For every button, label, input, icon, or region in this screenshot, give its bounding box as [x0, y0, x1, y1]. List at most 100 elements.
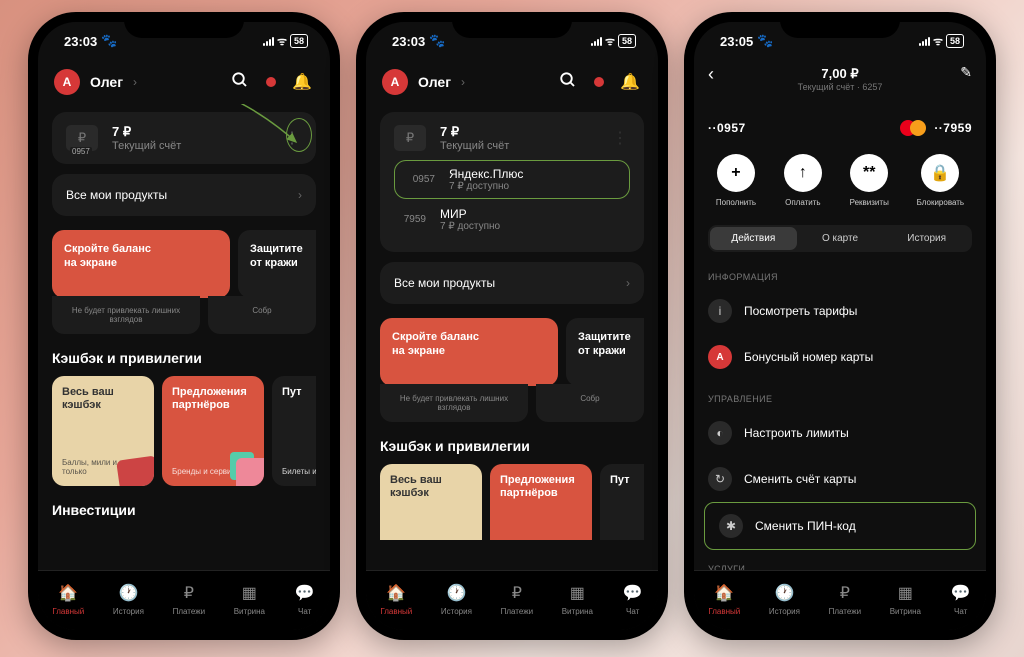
expand-dots-icon[interactable]: ⋮ — [282, 128, 302, 148]
clock-icon: 🕐 — [445, 582, 467, 604]
edit-button[interactable]: ✎ — [960, 64, 972, 81]
wifi-icon: ᯤ — [933, 34, 943, 49]
card-last4-right[interactable]: ··7959 — [934, 121, 972, 135]
app-header: А Олег › 🔔 — [38, 60, 330, 104]
card-actions-row: + Пополнить ↑ Оплатить ** Реквизиты 🔒 Бл… — [694, 140, 986, 219]
tab-chat[interactable]: 💬 Чат — [294, 582, 316, 616]
grid-icon: ▦ — [894, 582, 916, 604]
tab-chat[interactable]: 💬Чат — [950, 582, 972, 616]
search-icon[interactable] — [556, 71, 580, 94]
card-name: Яндекс.Плюс — [449, 167, 621, 181]
status-paw-icon: 🐾 — [429, 33, 445, 49]
action-details[interactable]: ** Реквизиты — [850, 154, 889, 207]
back-button[interactable]: ‹ — [708, 64, 714, 85]
detail-subtitle: Текущий счёт · 6257 — [710, 82, 970, 92]
promo-protect[interactable]: Защититеот кражи — [238, 230, 316, 298]
cashback-tiles: Весь вашкэшбэк Баллы, мили и не только П… — [52, 376, 316, 486]
tab-bar: 🏠Главный 🕐История ₽Платежи ▦Витрина 💬Чат — [694, 570, 986, 630]
screen-2: 23:03 🐾 ᯤ 58 А Олег › 🔔 — [366, 22, 658, 630]
chevron-right-icon: › — [133, 75, 137, 89]
ruble-icon: ₽ — [394, 125, 426, 151]
search-icon[interactable] — [228, 71, 252, 94]
account-card[interactable]: ₽ 0957 7 ₽ Текущий счёт ⋮ — [52, 112, 316, 164]
tab-history[interactable]: 🕐История — [769, 582, 800, 616]
mastercard-icon — [900, 120, 926, 136]
card-last4-left[interactable]: ··0957 — [708, 121, 746, 135]
avatar[interactable]: А — [382, 69, 408, 95]
status-paw-icon: 🐾 — [101, 33, 117, 49]
tile-partners[interactable]: Предложенияпартнёров Бренды и сервисы — [162, 376, 264, 486]
all-products-label: Все мои продукты — [66, 188, 167, 202]
tab-main[interactable]: 🏠 Главный — [52, 582, 84, 616]
promo-row: Скройте балансна экране Защититеот кражи — [380, 318, 644, 386]
segment-about[interactable]: О карте — [797, 227, 884, 250]
info-icon: i — [708, 299, 732, 323]
tab-showcase[interactable]: ▦ Витрина — [234, 582, 265, 616]
gauge-icon: ◐ — [708, 421, 732, 445]
user-name[interactable]: Олег — [90, 74, 123, 90]
card-row-yandex[interactable]: 0957 Яндекс.Плюс 7 ₽ доступно — [394, 160, 630, 199]
avatar[interactable]: А — [54, 69, 80, 95]
cashback-tiles: Весь вашкэшбэк Баллы, мили и не только П… — [380, 464, 644, 540]
app-header: А Олег › 🔔 — [366, 60, 658, 104]
bell-icon[interactable]: 🔔 — [290, 72, 314, 92]
action-pay[interactable]: ↑ Оплатить — [784, 154, 822, 207]
item-change-pin[interactable]: ✱ Сменить ПИН-код — [704, 502, 976, 550]
user-name[interactable]: Олег — [418, 74, 451, 90]
chevron-right-icon: › — [626, 276, 630, 290]
tab-chat[interactable]: 💬Чат — [622, 582, 644, 616]
notification-dot-icon[interactable] — [266, 77, 276, 87]
chevron-right-icon: › — [298, 188, 302, 202]
phone-1: 23:03 🐾 ᯤ 58 А Олег › 🔔 — [28, 12, 340, 640]
tab-history[interactable]: 🕐История — [441, 582, 472, 616]
card-last4-badge: 0957 — [70, 147, 92, 156]
tile-cashback[interactable]: Весь вашкэшбэк Баллы, мили и не только — [380, 464, 482, 540]
tile-travel[interactable]: Пут Билеты и отели — [600, 464, 644, 540]
promo-hide-balance[interactable]: Скройте балансна экране — [52, 230, 230, 298]
tab-payments[interactable]: ₽Платежи — [501, 582, 533, 616]
chevron-right-icon: › — [461, 75, 465, 89]
cellular-icon — [591, 37, 602, 46]
all-products-button[interactable]: Все мои продукты › — [52, 174, 316, 216]
tile-travel[interactable]: Пут Билеты и отели — [272, 376, 316, 486]
battery-icon: 58 — [946, 34, 964, 48]
action-block[interactable]: 🔒 Блокировать — [917, 154, 965, 207]
account-balance: 7 ₽ — [440, 124, 596, 140]
tab-showcase[interactable]: ▦Витрина — [562, 582, 593, 616]
segment-history[interactable]: История — [883, 227, 970, 250]
collapse-dots-icon[interactable]: ⋮ — [610, 128, 630, 148]
item-limits[interactable]: ◐ Настроить лимиты — [694, 410, 986, 456]
action-topup[interactable]: + Пополнить — [716, 154, 756, 207]
status-time: 23:03 — [64, 34, 97, 49]
chat-icon: 💬 — [294, 582, 316, 604]
tab-main[interactable]: 🏠Главный — [708, 582, 740, 616]
segment-control: Действия О карте История — [708, 225, 972, 252]
tab-main[interactable]: 🏠Главный — [380, 582, 412, 616]
tab-history[interactable]: 🕐 История — [113, 582, 144, 616]
notch — [124, 12, 244, 38]
chat-icon: 💬 — [950, 582, 972, 604]
promo-hide-balance[interactable]: Скройте балансна экране — [380, 318, 558, 386]
cashback-heading: Кэшбэк и привилегии — [380, 438, 644, 454]
tile-partners[interactable]: Предложенияпартнёров Бренды и сервисы — [490, 464, 592, 540]
notification-dot-icon[interactable] — [594, 77, 604, 87]
item-change-account[interactable]: ↻ Сменить счёт карты — [694, 456, 986, 502]
bell-icon[interactable]: 🔔 — [618, 72, 642, 92]
all-products-button[interactable]: Все мои продукты › — [380, 262, 644, 304]
tab-showcase[interactable]: ▦Витрина — [890, 582, 921, 616]
tab-payments[interactable]: ₽Платежи — [829, 582, 861, 616]
item-bonus-number[interactable]: A Бонусный номер карты — [694, 334, 986, 380]
lock-icon: 🔒 — [921, 154, 959, 192]
tile-cashback[interactable]: Весь вашкэшбэк Баллы, мили и не только — [52, 376, 154, 486]
card-row-mir[interactable]: 7959 МИР 7 ₽ доступно — [394, 199, 630, 240]
tab-payments[interactable]: ₽ Платежи — [173, 582, 205, 616]
segment-actions[interactable]: Действия — [710, 227, 797, 250]
promo-protect[interactable]: Защититеот кражи — [566, 318, 644, 386]
screen-1: 23:03 🐾 ᯤ 58 А Олег › 🔔 — [38, 22, 330, 630]
home-icon: 🏠 — [385, 582, 407, 604]
all-products-label: Все мои продукты — [394, 276, 495, 290]
promo-footer-2: Собр — [208, 296, 316, 334]
item-view-tariffs[interactable]: i Посмотреть тарифы — [694, 288, 986, 334]
ruble-square-icon: ₽ — [834, 582, 856, 604]
notch — [780, 12, 900, 38]
